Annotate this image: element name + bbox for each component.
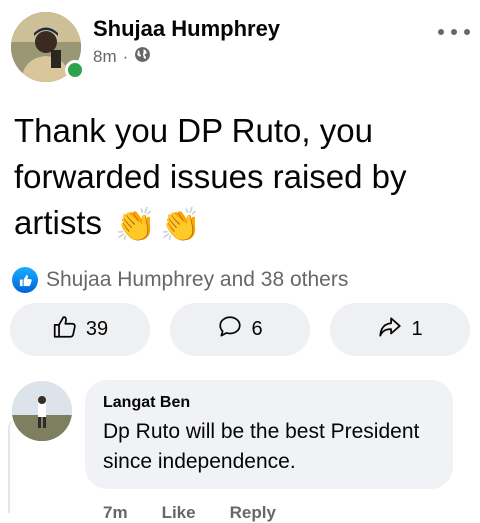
post-actions: 39 6 1 xyxy=(10,303,470,356)
commenter-photo xyxy=(12,381,72,441)
meta-separator: · xyxy=(122,47,129,66)
comment-reply-button[interactable]: Reply xyxy=(230,503,276,523)
like-count: 39 xyxy=(85,318,109,340)
more-options-button[interactable] xyxy=(438,22,470,42)
comment-text: Dp Ruto will be the best President since… xyxy=(103,420,420,473)
comment-author-name[interactable]: Langat Ben xyxy=(103,394,435,412)
comment-bubble[interactable]: Langat Ben Dp Ruto will be the best Pres… xyxy=(85,380,453,489)
post-author-name[interactable]: Shujaa Humphrey xyxy=(93,16,280,42)
share-button[interactable]: 1 xyxy=(330,303,470,356)
comment-thread-line xyxy=(8,420,18,513)
clapping-hands-icon: 👏 xyxy=(115,206,157,244)
post-meta: 8m · xyxy=(93,46,151,68)
dot xyxy=(438,29,444,35)
like-reaction-icon xyxy=(12,267,38,293)
comment-actions: 7m Like Reply xyxy=(103,503,276,523)
comment-like-button[interactable]: Like xyxy=(162,503,196,523)
online-status-indicator xyxy=(65,60,85,80)
share-count: 1 xyxy=(411,318,423,340)
dot xyxy=(464,29,470,35)
comment-button[interactable]: 6 xyxy=(170,303,310,356)
like-button[interactable]: 39 xyxy=(10,303,150,356)
dot xyxy=(451,29,457,35)
commenter-avatar[interactable] xyxy=(12,381,72,441)
post-time[interactable]: 8m xyxy=(93,47,117,67)
comment-time[interactable]: 7m xyxy=(103,503,128,523)
clapping-hands-icon: 👏 xyxy=(160,206,202,244)
globe-icon xyxy=(134,46,151,68)
thumbs-up-icon xyxy=(52,314,78,346)
reactions-summary-text: Shujaa Humphrey and 38 others xyxy=(46,268,349,291)
post-body: Thank you DP Ruto, you forwarded issues … xyxy=(14,108,466,248)
comment-count: 6 xyxy=(251,318,263,340)
post-text: Thank you DP Ruto, you forwarded issues … xyxy=(14,112,407,241)
reactions-summary[interactable]: Shujaa Humphrey and 38 others xyxy=(12,267,348,293)
comment-bubble-icon xyxy=(217,314,243,346)
share-arrow-icon xyxy=(377,314,403,346)
